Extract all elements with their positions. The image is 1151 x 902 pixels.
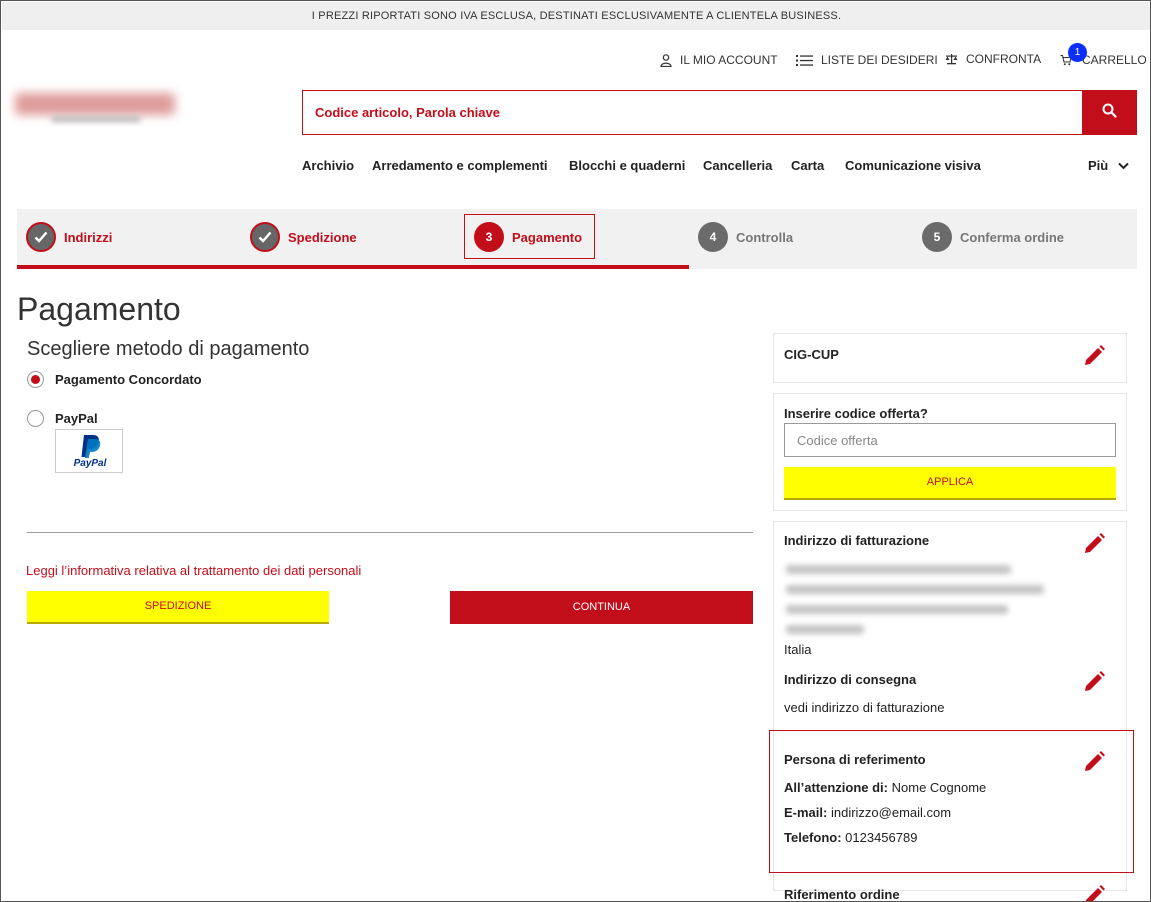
- redacted-address-line: [786, 565, 1011, 574]
- back-to-shipping-button[interactable]: SPEDIZIONE: [27, 591, 329, 624]
- search-input[interactable]: [302, 90, 1083, 135]
- redacted-address-line: [786, 585, 1044, 594]
- billing-address-title: Indirizzo di fatturazione: [784, 533, 930, 548]
- billing-country: Italia: [784, 642, 812, 657]
- radio-button[interactable]: [27, 410, 44, 427]
- step-label: Spedizione: [288, 229, 357, 245]
- compare-link[interactable]: CONFRONTA: [945, 50, 1041, 68]
- step-label: Indirizzi: [64, 229, 113, 245]
- active-step-highlight: [464, 214, 595, 259]
- logo[interactable]: [13, 89, 181, 127]
- contact-person-highlight: [769, 730, 1134, 873]
- check-icon: [26, 222, 56, 252]
- nav-item-blocchi[interactable]: Blocchi e quaderni: [569, 158, 685, 173]
- account-link[interactable]: IL MIO ACCOUNT: [660, 51, 778, 69]
- step-label: Conferma ordine: [960, 229, 1065, 245]
- edit-billing-pencil-icon[interactable]: [1081, 531, 1107, 557]
- wishlist-link[interactable]: LISTE DEI DESIDERI: [796, 51, 938, 69]
- step-conferma-ordine: 5 Conferma ordine: [922, 221, 1064, 253]
- step-label: Controlla: [736, 229, 794, 245]
- divider: [27, 532, 753, 533]
- privacy-policy-link[interactable]: Leggi l’informativa relativa al trattame…: [26, 563, 361, 578]
- compare-label: CONFRONTA: [966, 52, 1042, 66]
- step-controlla: 4 Controlla: [698, 221, 793, 253]
- redacted-address-line: [786, 605, 1008, 614]
- user-icon: [660, 53, 672, 67]
- nav-item-archivio[interactable]: Archivio: [302, 158, 354, 173]
- nav-more-label: Più: [1088, 158, 1109, 173]
- search-icon: [1102, 103, 1117, 123]
- order-reference-title: Riferimento ordine: [784, 887, 900, 902]
- search-bar: [302, 90, 1137, 135]
- payment-option-concordato[interactable]: Pagamento Concordato: [27, 371, 202, 388]
- cart-count-badge: 1: [1068, 43, 1087, 62]
- continue-button[interactable]: CONTINUA: [450, 591, 753, 624]
- radio-button[interactable]: [27, 371, 44, 388]
- nav-item-carta[interactable]: Carta: [791, 158, 824, 173]
- payment-option-paypal[interactable]: PayPal: [27, 410, 98, 427]
- edit-order-ref-pencil-icon[interactable]: [1081, 883, 1107, 901]
- cig-cup-title: CIG-CUP: [784, 347, 839, 362]
- shipping-address-title: Indirizzo di consegna: [784, 672, 917, 687]
- nav-item-comunicazione[interactable]: Comunicazione visiva: [845, 158, 981, 173]
- page-title: Pagamento: [17, 291, 181, 327]
- payment-option-label: PayPal: [55, 411, 98, 426]
- cart-label: CARRELLO: [1082, 53, 1147, 67]
- scale-icon: [945, 53, 958, 65]
- step-indirizzi[interactable]: Indirizzi: [26, 221, 112, 253]
- chevron-down-icon: [1118, 158, 1129, 173]
- check-icon: [250, 222, 280, 252]
- nav-item-cancelleria[interactable]: Cancelleria: [703, 158, 772, 173]
- step-number: 4: [698, 222, 728, 252]
- redacted-address-line: [786, 625, 864, 634]
- paypal-logo-text: PayPal: [73, 458, 107, 469]
- checkout-progress-bar: [17, 265, 689, 269]
- payment-method-heading: Scegliere metodo di pagamento: [27, 338, 310, 360]
- step-spedizione[interactable]: Spedizione: [250, 221, 357, 253]
- list-icon: [796, 54, 813, 67]
- nav-item-arredamento[interactable]: Arredamento e complementi: [372, 158, 548, 173]
- account-label: IL MIO ACCOUNT: [680, 53, 778, 67]
- paypal-logo: PayPal: [55, 429, 123, 473]
- page-frame: I PREZZI RIPORTATI SONO IVA ESCLUSA, DES…: [0, 0, 1151, 902]
- offer-code-input[interactable]: [784, 423, 1116, 457]
- edit-shipping-pencil-icon[interactable]: [1081, 669, 1107, 695]
- payment-option-label: Pagamento Concordato: [55, 372, 202, 387]
- shipping-address-text: vedi indirizzo di fatturazione: [784, 700, 945, 715]
- apply-offer-button[interactable]: APPLICA: [784, 467, 1116, 500]
- offer-code-title: Inserire codice offerta?: [784, 406, 928, 421]
- nav-more-dropdown[interactable]: Più: [1088, 158, 1129, 173]
- vat-notice-bar: I PREZZI RIPORTATI SONO IVA ESCLUSA, DES…: [2, 2, 1150, 30]
- wishlist-label: LISTE DEI DESIDERI: [821, 53, 938, 67]
- search-button[interactable]: [1082, 90, 1137, 135]
- step-number: 5: [922, 222, 952, 252]
- edit-cig-pencil-icon[interactable]: [1081, 343, 1107, 369]
